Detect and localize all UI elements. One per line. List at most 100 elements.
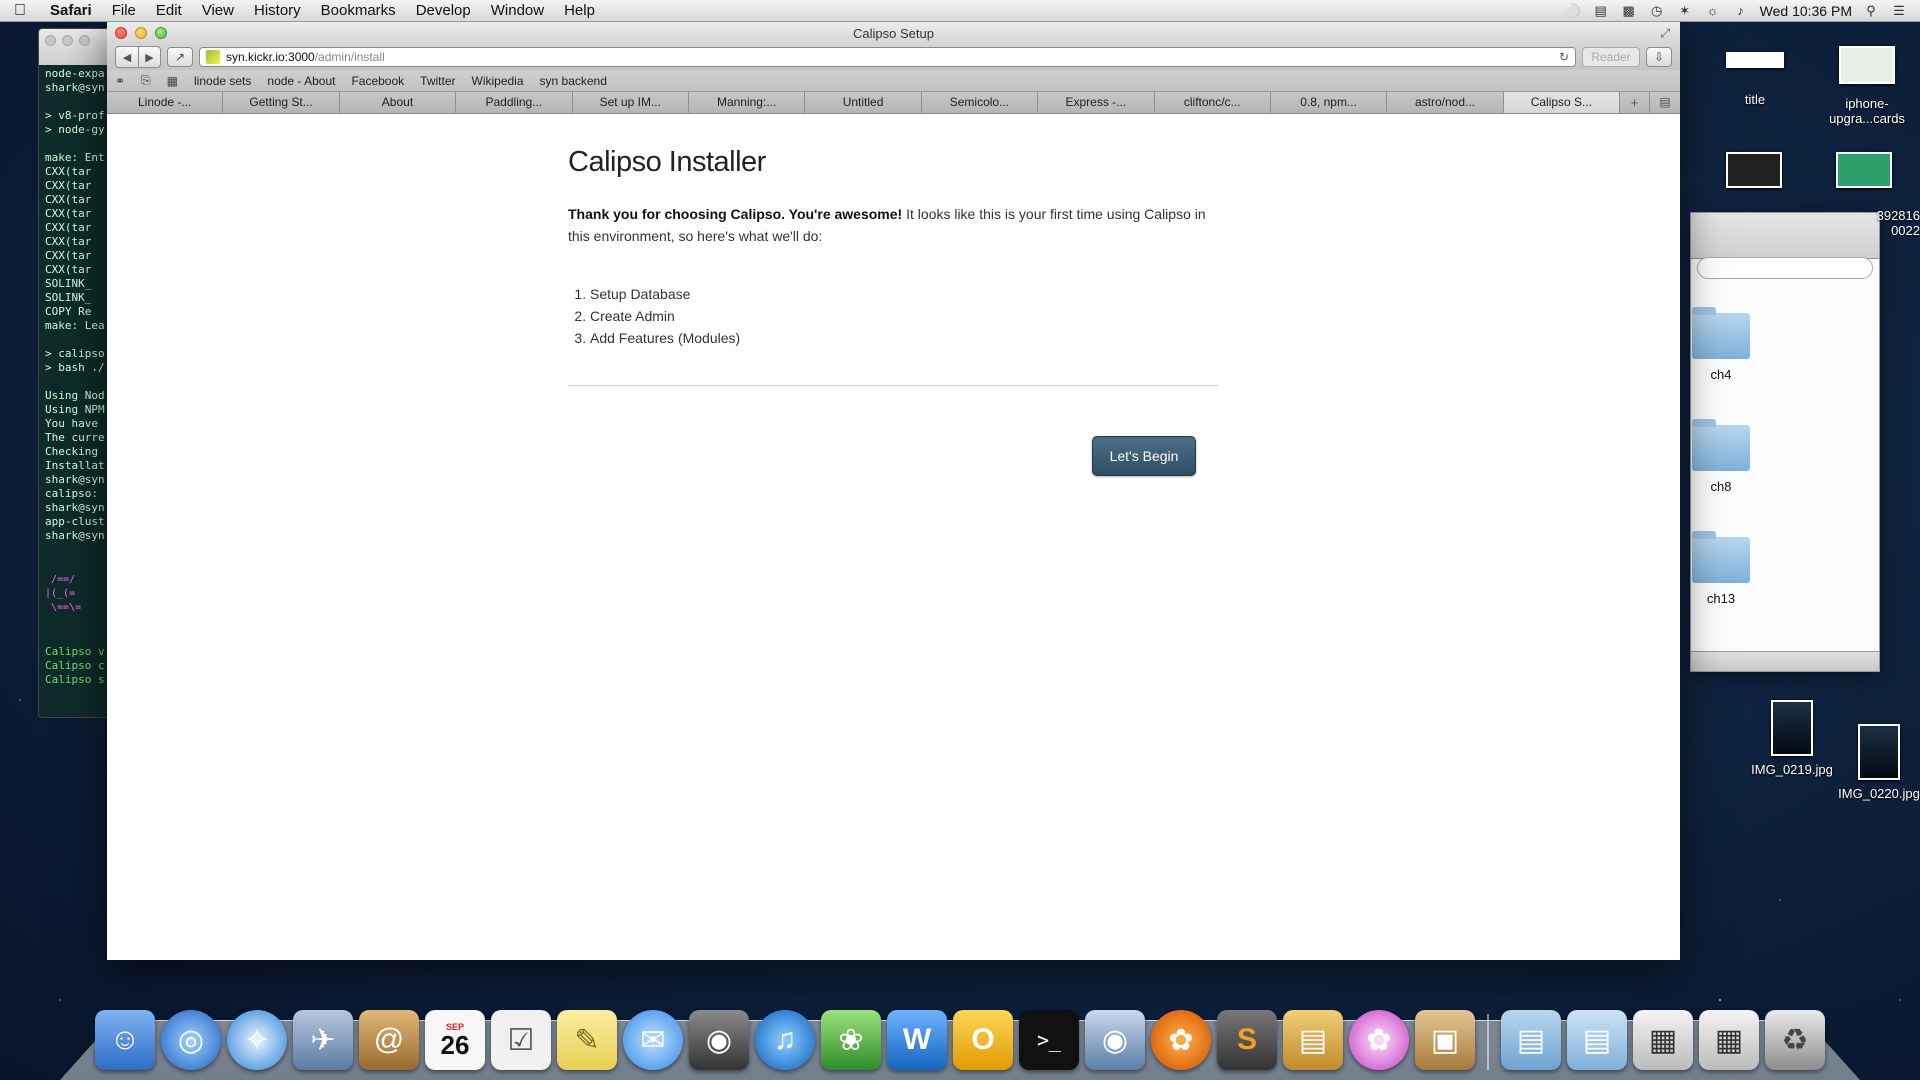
notification-center-icon[interactable]: ☰ (1890, 3, 1908, 18)
menu-file[interactable]: File (102, 2, 146, 19)
menu-edit[interactable]: Edit (146, 2, 192, 19)
messages-icon[interactable]: ✉ (623, 1010, 683, 1070)
folder-ch8[interactable]: ch8 (1691, 419, 1751, 494)
reminders-icon[interactable]: ☑ (491, 1010, 551, 1070)
archive-icon[interactable]: ▣ (1415, 1010, 1475, 1070)
time-machine-icon[interactable]: ◷ (1648, 3, 1666, 18)
bluetooth-icon[interactable]: ✶ (1676, 3, 1694, 18)
fullscreen-icon[interactable]: ⤢ (1660, 26, 1670, 41)
desktop-icon-screenshot-2[interactable] (1834, 152, 1894, 194)
share-button[interactable]: ↗ (167, 47, 193, 67)
safari-window[interactable]: Calipso Setup ⤢ ◀ ▶ ↗ syn.kickr.io:3000/… (107, 22, 1681, 960)
calendar-icon[interactable]: SEP 26 (425, 1010, 485, 1070)
tab-linode[interactable]: Linode -... (107, 92, 224, 113)
tab-getting-started[interactable]: Getting St... (223, 92, 340, 113)
dropbox-status-icon[interactable]: ▤ (1592, 3, 1610, 18)
outlook-icon[interactable]: O (953, 1010, 1013, 1070)
flower-icon[interactable]: ✿ (1349, 1010, 1409, 1070)
menu-view[interactable]: View (192, 2, 244, 19)
downloads-stack-icon[interactable]: ▦ (1633, 1010, 1693, 1070)
folder-ch4[interactable]: ch4 (1691, 307, 1751, 382)
display-status-icon[interactable]: ▩ (1620, 3, 1638, 18)
tab-cliftonc[interactable]: cliftonc/c... (1154, 92, 1271, 113)
apple-menu-icon[interactable]:  (14, 2, 40, 20)
safari-icon[interactable]: ✧ (227, 1010, 287, 1070)
folder-label: ch13 (1706, 591, 1736, 606)
menu-help[interactable]: Help (554, 2, 605, 19)
desktop-icon-screenshot[interactable] (1724, 152, 1784, 194)
preview-icon[interactable]: ◉ (1085, 1010, 1145, 1070)
reading-list-icon[interactable]: ⚭ (115, 74, 125, 88)
close-button[interactable] (115, 27, 127, 39)
notes-icon[interactable]: ✎ (557, 1010, 617, 1070)
network-icon[interactable]: ◎ (161, 1010, 221, 1070)
desktop-icon-iphone-cards[interactable]: iphone-upgra...cards (1822, 46, 1912, 126)
itunes-icon[interactable]: ♫ (755, 1010, 815, 1070)
reader-button[interactable]: Reader (1582, 47, 1640, 67)
bookmark-wikipedia[interactable]: Wikipedia (472, 74, 524, 88)
desktop-icon-img-0220[interactable]: IMG_0220.jpg (1838, 724, 1920, 801)
address-bar[interactable]: syn.kickr.io:3000/admin/install ↻ (199, 47, 1576, 67)
tab-semicolon[interactable]: Semicolo... (921, 92, 1039, 113)
terminal-titlebar (39, 29, 117, 65)
word-icon[interactable]: W (887, 1010, 947, 1070)
zoom-button[interactable] (155, 27, 167, 39)
finder-window[interactable]: ch4 ch8 ch13 (1690, 212, 1880, 672)
calendar-day: 26 (440, 1030, 470, 1060)
bookmark-facebook[interactable]: Facebook (351, 74, 404, 88)
terminal-icon[interactable]: >_ (1019, 1010, 1079, 1070)
bookmarks-book-icon[interactable]: ⎘ (141, 73, 151, 88)
tab-manning[interactable]: Manning:... (688, 92, 806, 113)
spotlight-search-icon[interactable]: ⚲ (1862, 3, 1880, 18)
bookmark-node-about[interactable]: node - About (267, 74, 335, 88)
top-sites-grid-icon[interactable]: ▦ (167, 74, 178, 88)
bookmark-linode-sets[interactable]: linode sets (194, 74, 251, 88)
finder-search-field[interactable] (1697, 257, 1873, 279)
recent-stack-icon[interactable]: ▦ (1699, 1010, 1759, 1070)
menu-develop[interactable]: Develop (406, 2, 481, 19)
folder-ch13[interactable]: ch13 (1691, 531, 1751, 606)
tab-set-up-im[interactable]: Set up IM... (572, 92, 689, 113)
menu-history[interactable]: History (244, 2, 311, 19)
tab-astro-node[interactable]: astro/nod... (1387, 92, 1504, 113)
tab-express[interactable]: Express -... (1038, 92, 1155, 113)
terminal-traffic-lights (45, 35, 90, 46)
facetime-icon[interactable]: ◉ (689, 1010, 749, 1070)
evernote-status-icon[interactable]: ⚪ (1564, 3, 1582, 18)
folder-app-icon[interactable]: ▤ (1283, 1010, 1343, 1070)
tab-npm[interactable]: 0.8, npm... (1270, 92, 1388, 113)
downloads-button[interactable]: ⇩ (1646, 47, 1672, 67)
tab-overview-icon[interactable]: ▤ (1650, 92, 1681, 113)
applications-folder-icon[interactable]: ▤ (1501, 1010, 1561, 1070)
address-book-icon[interactable]: @ (359, 1010, 419, 1070)
tab-paddling[interactable]: Paddling... (456, 92, 573, 113)
new-tab-plus-icon[interactable]: + (1620, 92, 1651, 113)
menu-bookmarks[interactable]: Bookmarks (311, 2, 406, 19)
bookmark-syn-backend[interactable]: syn backend (540, 74, 607, 88)
finder-icon[interactable]: ☺ (95, 1010, 155, 1070)
mail-icon[interactable]: ✈ (293, 1010, 353, 1070)
bookmark-twitter[interactable]: Twitter (420, 74, 455, 88)
menu-clock[interactable]: Wed 10:36 PM (1760, 3, 1852, 19)
desktop-icon-img-0219[interactable]: IMG_0219.jpg (1742, 700, 1842, 777)
volume-icon[interactable]: ♪ (1732, 3, 1750, 18)
firefox-icon[interactable]: ✿ (1151, 1010, 1211, 1070)
forward-button[interactable]: ▶ (138, 47, 160, 67)
tab-calipso-setup[interactable]: Calipso S... (1503, 92, 1621, 113)
leaf-icon[interactable]: ❀ (821, 1010, 881, 1070)
back-button[interactable]: ◀ (116, 47, 138, 67)
terminal-window[interactable]: node-expa shark@syn > v8-prof > node-gy ma… (38, 28, 118, 718)
sublime-icon[interactable]: S (1217, 1010, 1277, 1070)
tab-untitled[interactable]: Untitled (805, 92, 922, 113)
desktop-icon-title[interactable]: title (1722, 52, 1788, 107)
reload-icon[interactable]: ↻ (1559, 50, 1569, 64)
trash-icon[interactable]: ♻ (1765, 1010, 1825, 1070)
wifi-icon[interactable]: ☼ (1704, 3, 1722, 18)
desktop-icon-392816[interactable]: 392816 0022 (1856, 208, 1920, 238)
lets-begin-button[interactable]: Let's Begin (1092, 436, 1196, 476)
menu-app-safari[interactable]: Safari (40, 2, 102, 19)
documents-folder-icon[interactable]: ▤ (1567, 1010, 1627, 1070)
menu-window[interactable]: Window (481, 2, 554, 19)
minimize-button[interactable] (135, 27, 147, 39)
tab-about[interactable]: About (339, 92, 457, 113)
